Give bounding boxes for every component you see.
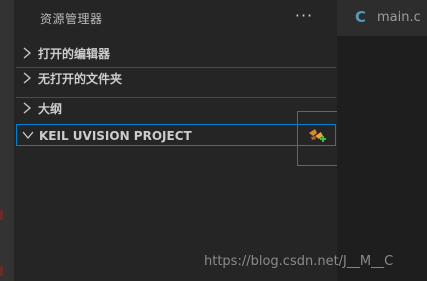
- chevron-down-icon: [22, 131, 34, 140]
- tab-main-c[interactable]: C main.c: [337, 0, 427, 36]
- activity-bar-mark: [0, 266, 3, 276]
- sidebar-title: 资源管理器: [40, 12, 103, 26]
- c-file-icon: C: [355, 8, 367, 26]
- chevron-right-icon: [23, 47, 32, 59]
- tabs-bar: C main.c: [337, 0, 427, 36]
- section-no-folder[interactable]: 无打开的文件夹: [16, 67, 336, 89]
- watermark-text: https://blog.csdn.net/J__M__C: [204, 254, 394, 269]
- activity-bar-mark: [0, 210, 3, 220]
- section-label: 打开的编辑器: [38, 47, 111, 61]
- activity-bar: [0, 0, 14, 281]
- section-outline[interactable]: 大纲: [16, 97, 336, 119]
- section-label: 大纲: [38, 102, 63, 116]
- tab-label: main.c: [377, 10, 421, 25]
- editor-area: C main.c: [337, 0, 427, 281]
- section-label: KEIL UVISION PROJECT: [39, 129, 192, 143]
- section-open-editors[interactable]: 打开的编辑器: [16, 43, 336, 65]
- section-label: 无打开的文件夹: [38, 72, 123, 86]
- chevron-right-icon: [23, 102, 32, 114]
- chevron-right-icon: [23, 72, 32, 84]
- section-keil-uvision-project[interactable]: KEIL UVISION PROJECT: [16, 124, 336, 146]
- sidebar-header: 资源管理器 ···: [14, 0, 337, 36]
- more-actions-button[interactable]: ···: [292, 6, 316, 26]
- explorer-sidebar: 资源管理器 ··· 打开的编辑器 无打开的文件夹 大纲 KEIL UVISION…: [14, 0, 337, 281]
